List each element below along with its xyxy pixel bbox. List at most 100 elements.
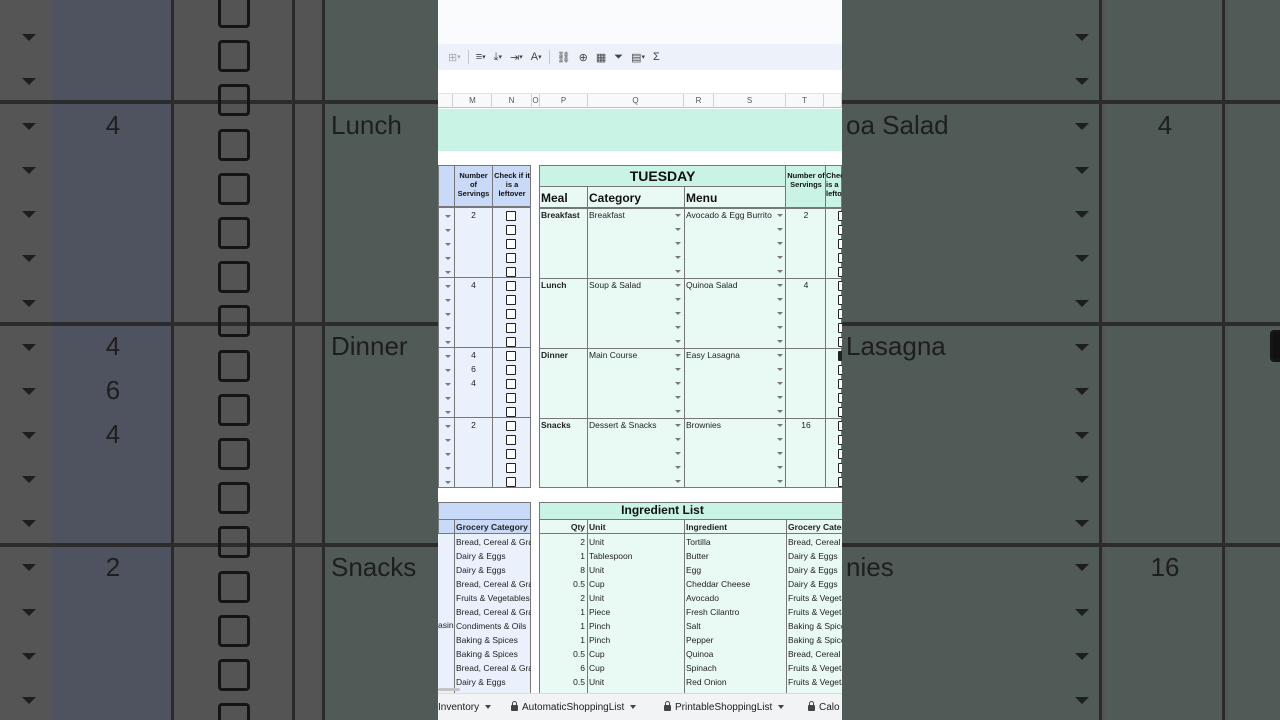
leftover-checkbox[interactable] — [838, 421, 842, 431]
leftover-checkbox[interactable] — [506, 463, 516, 473]
category-dropdown[interactable]: Main Course — [589, 350, 677, 360]
ingredient-cell[interactable]: Cheddar Cheese — [686, 579, 786, 589]
dropdown-arrow-icon[interactable] — [445, 285, 451, 288]
unit-cell[interactable]: Cup — [589, 663, 683, 673]
dropdown-arrow-icon[interactable] — [675, 452, 681, 455]
ingredient-cell[interactable]: Egg — [686, 565, 786, 575]
dropdown-arrow-icon[interactable] — [445, 341, 451, 344]
dropdown-arrow-icon[interactable] — [777, 452, 783, 455]
leftover-checkbox[interactable] — [838, 309, 842, 319]
dropdown-arrow-icon[interactable] — [675, 256, 681, 259]
dropdown-arrow-icon[interactable] — [445, 271, 451, 274]
leftover-checkbox[interactable] — [506, 295, 516, 305]
sheet-tab-calorie[interactable]: Calo — [808, 694, 840, 720]
insert-link-icon[interactable]: ⛓ — [553, 47, 575, 67]
text-rotation-icon[interactable]: A ▾ — [527, 47, 546, 67]
grocery-cell[interactable]: Fruits & Vegetables — [788, 607, 842, 617]
qty-cell[interactable]: 0.5 — [541, 649, 585, 659]
leftover-checkbox[interactable] — [838, 211, 842, 221]
sheet-tab-printable-shopping-list[interactable]: PrintableShoppingList — [664, 694, 785, 720]
dropdown-arrow-icon[interactable] — [675, 228, 681, 231]
leftover-checkbox[interactable] — [506, 421, 516, 431]
ingredient-cell[interactable]: Pepper — [686, 635, 786, 645]
dropdown-arrow-icon[interactable] — [777, 424, 783, 427]
leftover-checkbox[interactable] — [506, 379, 516, 389]
dropdown-arrow-icon[interactable] — [445, 229, 451, 232]
grocery-cell[interactable]: Bread, Cereal & Grains — [788, 537, 842, 547]
dropdown-arrow-icon[interactable] — [777, 410, 783, 413]
grocery-cell[interactable]: Baking & Spices — [788, 621, 842, 631]
dropdown-arrow-icon[interactable] — [675, 326, 681, 329]
leftover-checkbox[interactable] — [506, 253, 516, 263]
unit-cell[interactable]: Unit — [589, 565, 683, 575]
dropdown-arrow-icon[interactable] — [675, 382, 681, 385]
sheet-tab-inventory[interactable]: Inventory — [438, 694, 492, 720]
qty-cell[interactable]: 1 — [541, 621, 585, 631]
leftover-checkbox[interactable] — [838, 225, 842, 235]
dropdown-arrow-icon[interactable] — [445, 439, 451, 442]
leftover-checkbox[interactable] — [838, 253, 842, 263]
column-header[interactable]: Q — [588, 94, 684, 108]
leftover-checkbox[interactable] — [506, 225, 516, 235]
leftover-checkbox[interactable] — [506, 267, 516, 277]
grocery-category-cell[interactable]: Dairy & Eggs — [456, 551, 531, 561]
dropdown-arrow-icon[interactable] — [675, 354, 681, 357]
dropdown-arrow-icon[interactable] — [675, 284, 681, 287]
leftover-checkbox[interactable] — [838, 379, 842, 389]
dropdown-arrow-icon[interactable] — [675, 396, 681, 399]
dropdown-arrow-icon[interactable] — [445, 411, 451, 414]
dropdown-arrow-icon[interactable] — [675, 312, 681, 315]
leftover-checkbox[interactable] — [838, 351, 842, 361]
servings-cell[interactable]: 6 — [455, 364, 492, 374]
leftover-checkbox[interactable] — [506, 435, 516, 445]
grocery-cell[interactable]: Baking & Spices — [788, 635, 842, 645]
grocery-category-cell[interactable]: Bread, Cereal & Grains — [456, 607, 531, 617]
qty-cell[interactable]: 8 — [541, 565, 585, 575]
ingredient-cell[interactable]: Fresh Cilantro — [686, 607, 786, 617]
unit-cell[interactable]: Pinch — [589, 635, 683, 645]
qty-cell[interactable]: 2 — [541, 593, 585, 603]
leftover-checkbox[interactable] — [838, 239, 842, 249]
ingredient-cell[interactable]: Spinach — [686, 663, 786, 673]
qty-cell[interactable]: 0.5 — [541, 579, 585, 589]
dropdown-arrow-icon[interactable] — [777, 312, 783, 315]
dropdown-arrow-icon[interactable] — [445, 243, 451, 246]
dropdown-arrow-icon[interactable] — [777, 214, 783, 217]
dropdown-arrow-icon[interactable] — [675, 340, 681, 343]
leftover-checkbox[interactable] — [506, 449, 516, 459]
leftover-checkbox[interactable] — [506, 393, 516, 403]
grocery-category-cell[interactable]: Bread, Cereal & Grains — [456, 663, 531, 673]
leftover-checkbox[interactable] — [838, 463, 842, 473]
ingredient-cell[interactable]: Butter — [686, 551, 786, 561]
sheet-tab-automatic-shopping-list[interactable]: AutomaticShoppingList — [511, 694, 637, 720]
leftover-checkbox[interactable] — [506, 477, 516, 487]
column-header[interactable] — [438, 94, 453, 108]
dropdown-arrow-icon[interactable] — [445, 327, 451, 330]
servings-cell[interactable]: 4 — [455, 378, 492, 388]
dropdown-arrow-icon[interactable] — [777, 270, 783, 273]
dropdown-arrow-icon[interactable] — [777, 466, 783, 469]
filter-icon[interactable]: ⏷ — [610, 47, 627, 67]
grocery-category-cell[interactable]: Baking & Spices — [456, 635, 531, 645]
grocery-cell[interactable]: Fruits & Vegetables — [788, 593, 842, 603]
merge-cells-icon[interactable]: ⊞ ▾ — [444, 47, 465, 67]
dropdown-arrow-icon[interactable] — [675, 424, 681, 427]
dropdown-arrow-icon[interactable] — [675, 480, 681, 483]
functions-icon[interactable]: Σ — [649, 47, 664, 67]
dropdown-arrow-icon[interactable] — [675, 368, 681, 371]
column-header[interactable]: S — [714, 94, 786, 108]
leftover-checkbox[interactable] — [506, 309, 516, 319]
tab-menu-icon[interactable] — [778, 705, 785, 709]
leftover-checkbox[interactable] — [838, 267, 842, 277]
dropdown-arrow-icon[interactable] — [445, 383, 451, 386]
leftover-checkbox[interactable] — [838, 337, 842, 347]
servings-cell[interactable]: 4 — [455, 280, 492, 290]
dropdown-arrow-icon[interactable] — [445, 313, 451, 316]
dropdown-arrow-icon[interactable] — [675, 242, 681, 245]
dropdown-arrow-icon[interactable] — [777, 480, 783, 483]
menu-dropdown[interactable]: Avocado & Egg Burrito — [686, 210, 776, 220]
dropdown-arrow-icon[interactable] — [777, 396, 783, 399]
servings-cell[interactable]: 16 — [787, 420, 825, 430]
grocery-cell[interactable]: Fruits & Vegetables — [788, 677, 842, 687]
dropdown-arrow-icon[interactable] — [445, 481, 451, 484]
